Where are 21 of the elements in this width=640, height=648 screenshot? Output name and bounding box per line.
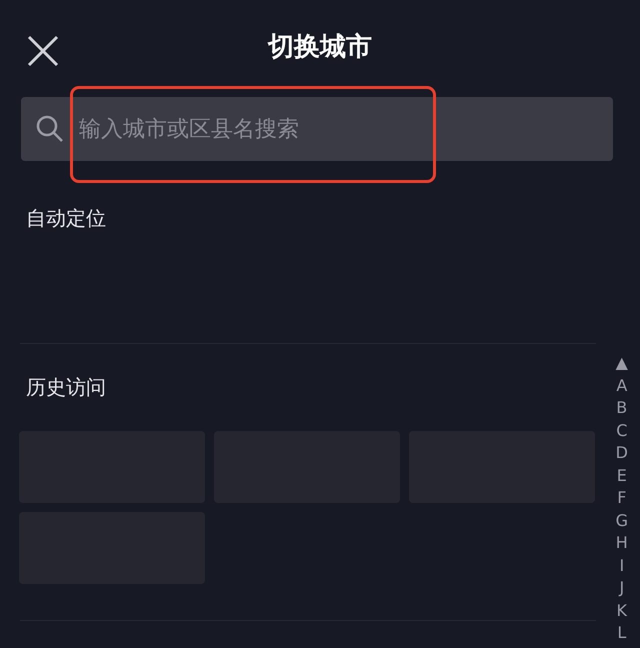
index-letter[interactable]: J bbox=[619, 577, 624, 600]
index-letter[interactable]: G bbox=[616, 510, 628, 532]
index-letter[interactable]: H bbox=[616, 532, 628, 554]
search-icon bbox=[35, 114, 65, 144]
search-input[interactable]: 输入城市或区县名搜索 bbox=[77, 116, 599, 142]
index-letter[interactable]: I bbox=[619, 554, 624, 577]
index-letter[interactable]: D bbox=[616, 442, 628, 464]
index-letter[interactable]: K bbox=[616, 600, 628, 622]
index-letter[interactable]: B bbox=[616, 397, 628, 420]
index-letter[interactable]: F bbox=[617, 487, 626, 510]
index-letter[interactable]: L bbox=[617, 622, 626, 644]
close-button[interactable] bbox=[26, 34, 60, 68]
section-title: 历史访问 bbox=[26, 374, 106, 401]
page-title: 切换城市 bbox=[268, 31, 372, 64]
search-field[interactable]: 输入城市或区县名搜索 bbox=[21, 97, 613, 161]
index-letter[interactable]: E bbox=[616, 464, 627, 487]
index-letter[interactable]: A bbox=[616, 374, 628, 397]
section-title: 自动定位 bbox=[26, 205, 106, 232]
index-letter[interactable]: ▲ bbox=[616, 352, 628, 374]
index-letter[interactable]: C bbox=[616, 420, 628, 442]
close-icon bbox=[26, 34, 60, 68]
